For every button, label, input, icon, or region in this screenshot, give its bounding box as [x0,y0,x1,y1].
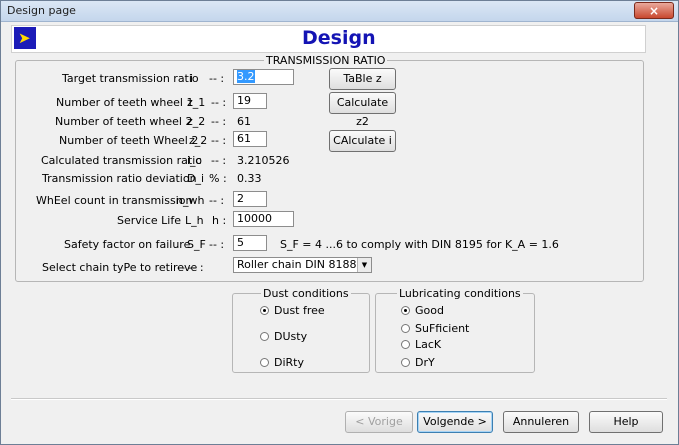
teeth-wheel2-symbol: z_2 [189,134,208,147]
header-band: ➤ Design [11,25,646,53]
dirty-radio[interactable]: DiRty [260,356,304,369]
calc-ratio-label: Calculated transmission ratio [41,154,202,167]
calc-ratio-value: 3.210526 [237,154,290,167]
radio-icon [401,357,410,367]
previous-button[interactable]: < Vorige [345,411,413,433]
service-life-label: Service Life [117,214,181,227]
lack-radio[interactable]: LacK [401,338,441,351]
wheel-count-symbol: n_wh [176,194,205,207]
teeth-wheel2-calc-symbol: z_2 [187,115,206,128]
service-life-input[interactable]: 10000 [233,211,294,227]
chain-type-label: Select chain tyPe to retireve [42,261,198,274]
title-bar: Design page × [1,1,678,22]
wheel-count-label: WhEel count in transmission [36,194,193,207]
next-button[interactable]: Volgende > [417,411,493,433]
safety-factor-label: Safety factor on failure [64,238,191,251]
dust-conditions-legend: Dust conditions [263,287,349,300]
calc-ratio-symbol: i_c [187,154,202,167]
safety-factor-unit: -- : [209,238,225,251]
teeth-wheel2-calc-value: 61 [237,115,251,128]
safety-factor-symbol: S_F [187,238,206,251]
teeth-wheel1-unit: -- : [211,96,227,109]
teeth-wheel1-symbol: z_1 [187,96,206,109]
design-window: Design page × ➤ Design TRANSMISSION RATI… [0,0,679,445]
calculate-i-button[interactable]: CAlculate i [329,130,396,152]
radio-selected-icon [260,305,269,315]
close-icon: × [648,4,660,18]
sufficient-radio[interactable]: SuFficient [401,322,469,335]
footer-divider [11,398,667,400]
safety-factor-input[interactable]: 5 [233,235,267,251]
radio-icon [401,323,410,333]
service-life-unit: h : [212,214,227,227]
close-button[interactable]: × [634,2,674,19]
safety-factor-note: S_F = 4 ...6 to comply with DIN 8195 for… [280,238,559,251]
dusty-radio[interactable]: DUsty [260,330,307,343]
good-radio[interactable]: Good [401,304,444,317]
target-ratio-label: Target transmission ratio [62,72,199,85]
table-z-button[interactable]: TaBle z [329,68,396,90]
ratio-deviation-symbol: D_i [187,172,205,185]
chain-type-select[interactable]: Roller chain DIN 8188 ▼ [233,257,372,273]
lubricating-conditions-legend: Lubricating conditions [399,287,521,300]
teeth-wheel2-unit: -- : [211,134,227,147]
target-ratio-input[interactable]: 3.2 [233,69,294,85]
ratio-deviation-value: 0.33 [237,172,262,185]
wheel-count-input[interactable]: 2 [233,191,267,207]
radio-icon [260,331,269,341]
transmission-ratio-legend: TRANSMISSION RATIO [266,54,386,67]
cancel-button[interactable]: Annuleren [503,411,579,433]
target-ratio-unit: -- : [209,72,225,85]
target-ratio-symbol: i [190,72,194,85]
calculate-z2-button[interactable]: Calculate z2 [329,92,396,128]
dry-radio[interactable]: DrY [401,356,435,369]
chain-type-unit: -- -- : [177,261,204,274]
app-logo-icon: ➤ [14,27,36,49]
teeth-wheel2-input[interactable]: 61 [233,131,267,147]
window-title: Design page [7,4,76,17]
wheel-count-unit: -- : [209,194,225,207]
radio-selected-icon [401,305,410,315]
teeth-wheel1-label: Number of teeth wheel 1 [56,96,194,109]
service-life-symbol: L_h [185,214,204,227]
teeth-wheel2-label: Number of teeth Wheel 2 [59,134,199,147]
radio-icon [401,339,410,349]
ratio-deviation-label: Transmission ratio deviation [42,172,197,185]
chevron-down-icon[interactable]: ▼ [357,258,371,272]
dust-free-radio[interactable]: Dust free [260,304,325,317]
help-button[interactable]: Help [589,411,663,433]
radio-icon [260,357,269,367]
page-title: Design [302,27,376,49]
teeth-wheel2-calc-label: Number of teeth wheel 2 [55,115,193,128]
ratio-deviation-unit: % : [209,172,227,185]
calc-ratio-unit: -- : [211,154,227,167]
chain-type-value: Roller chain DIN 8188 [237,258,357,271]
teeth-wheel1-input[interactable]: 19 [233,93,267,109]
teeth-wheel2-calc-unit: -- : [211,115,227,128]
